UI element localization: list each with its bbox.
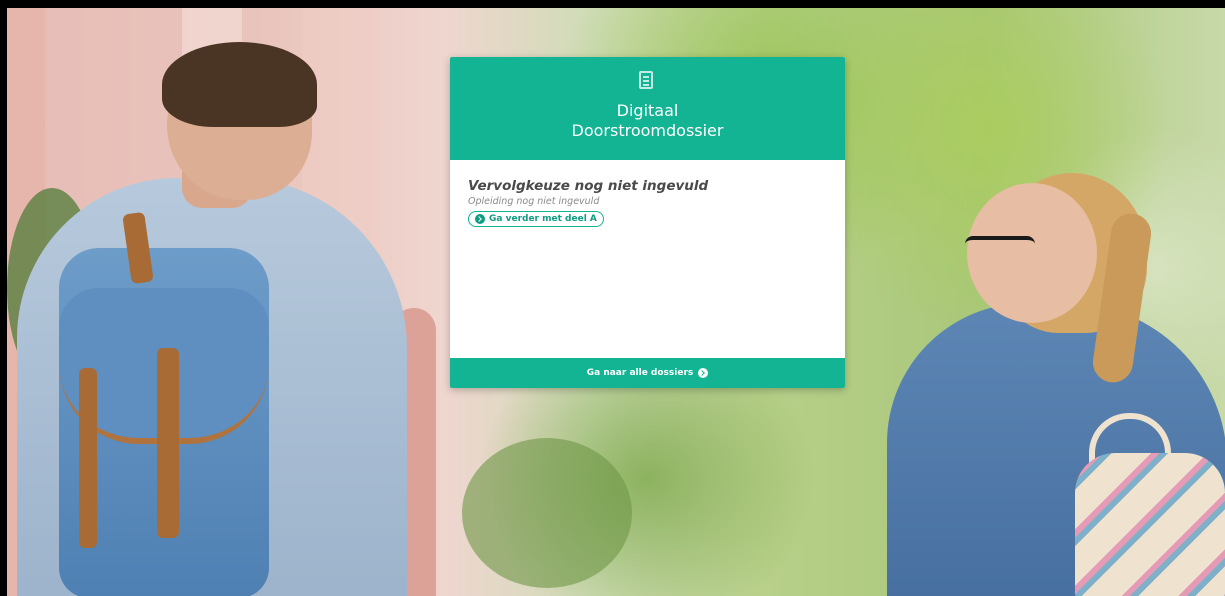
circle-arrow-right-icon (698, 368, 709, 378)
foliage (462, 438, 632, 588)
backpack-strap (157, 348, 179, 538)
dossier-card: Digitaal Doorstroomdossier Vervolgkeuze … (450, 57, 845, 388)
document-icon (639, 71, 653, 89)
circle-arrow-right-icon (475, 214, 485, 224)
card-title: Digitaal Doorstroomdossier (571, 101, 724, 140)
all-dossiers-button[interactable]: Ga naar alle dossiers (450, 358, 845, 388)
continue-part-a-label: Ga verder met deel A (489, 214, 597, 224)
status-subtext: Opleiding nog niet ingevuld (468, 196, 600, 207)
status-heading: Vervolgkeuze nog niet ingevuld (468, 178, 709, 194)
glasses (965, 236, 1035, 260)
card-header: Digitaal Doorstroomdossier (450, 57, 845, 160)
backpack-strap (79, 368, 97, 548)
student-boy-hair (162, 42, 317, 127)
patterned-bag (1075, 453, 1225, 596)
all-dossiers-label: Ga naar alle dossiers (586, 368, 694, 378)
card-body: Vervolgkeuze nog niet ingevuld Opleiding… (450, 160, 845, 376)
continue-part-a-button[interactable]: Ga verder met deel A (468, 211, 604, 227)
